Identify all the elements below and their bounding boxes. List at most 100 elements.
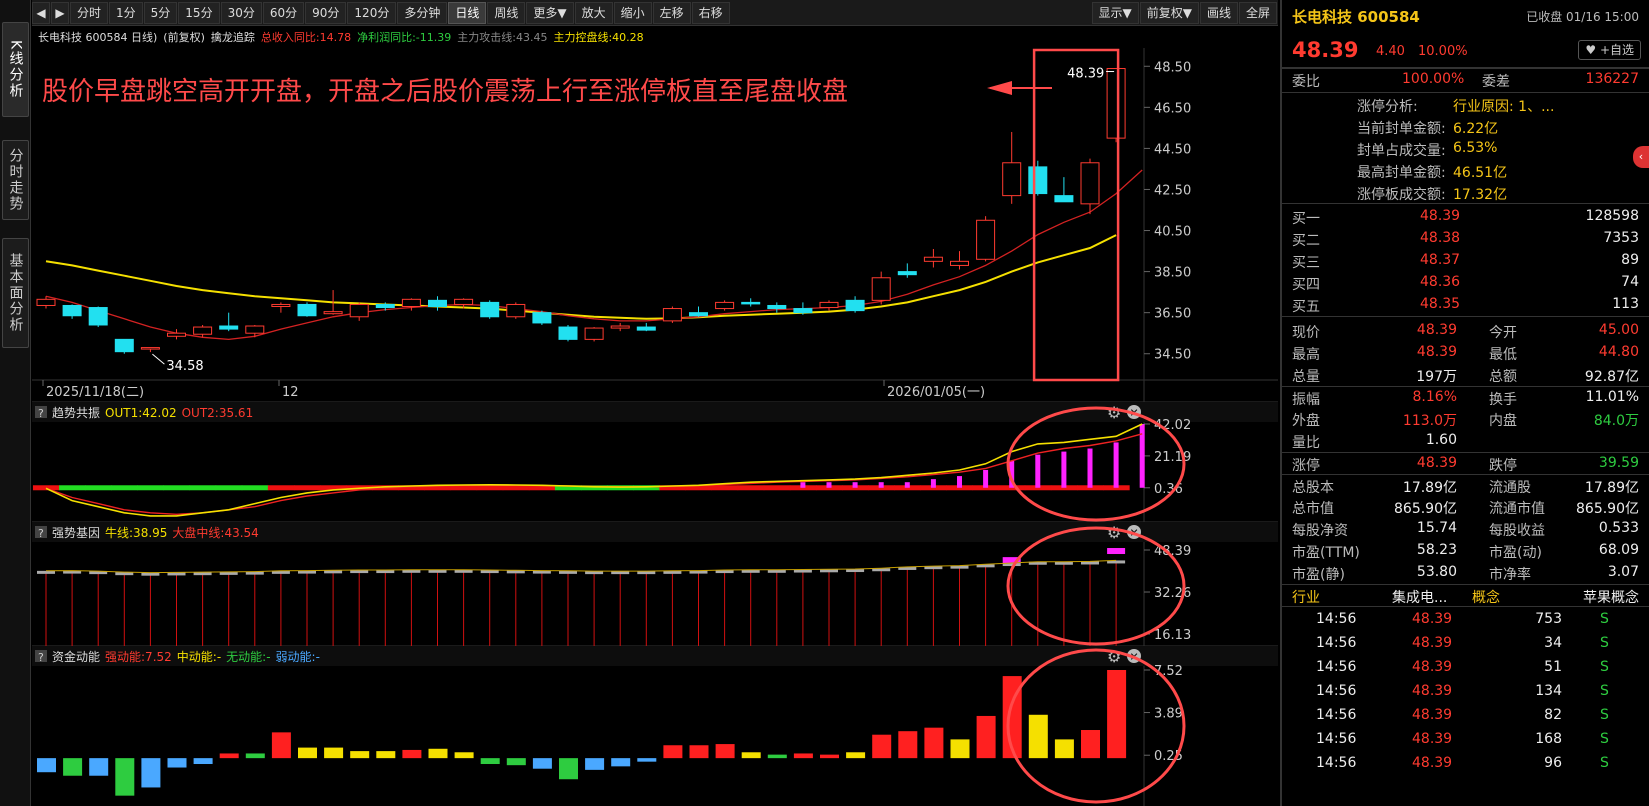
help-icon[interactable]: ?	[38, 407, 44, 420]
candle[interactable]	[1080, 158, 1100, 215]
candle[interactable]	[1028, 160, 1048, 196]
toolbar-right-button-2[interactable]: 画线	[1199, 1, 1238, 24]
kline-chart[interactable]: 48.50 46.50 44.50 42.50 40.50 38.50 36.50 34.50…	[32, 48, 1278, 806]
candle[interactable]	[976, 216, 996, 262]
momentum-bar	[976, 715, 996, 759]
stat-row: 最高 48.39 最低 44.80	[1282, 342, 1649, 364]
period-button-10[interactable]: 周线	[487, 1, 526, 24]
next-arrow-button[interactable]: ▶	[51, 1, 69, 24]
candle[interactable]	[584, 327, 604, 342]
panel-value: 中动能:-	[177, 649, 221, 664]
tick-time: 14:56	[1316, 707, 1357, 723]
chart-area[interactable]: 48.50 46.50 44.50 42.50 40.50 38.50 36.50 34.50…	[32, 48, 1278, 806]
period-button-8[interactable]: 多分钟	[397, 1, 448, 24]
concept-value[interactable]: 苹果概念	[1583, 587, 1639, 607]
bid-row: 买三 48.37 89	[1282, 250, 1649, 272]
candle[interactable]	[767, 302, 787, 313]
period-button-6[interactable]: 90分	[305, 1, 347, 24]
period-button-3[interactable]: 15分	[178, 1, 220, 24]
candle[interactable]	[167, 329, 186, 340]
candle[interactable]	[428, 296, 447, 311]
tab-kline[interactable]: K线分析	[2, 22, 29, 117]
candle[interactable]	[715, 300, 735, 311]
period-button-11[interactable]: 更多▼	[526, 1, 574, 24]
tick-list[interactable]: 14:56 48.39 753 S 14:56 48.39 34 S 14:56 48.39 51 S…	[1282, 606, 1649, 777]
momentum-bar	[1028, 714, 1048, 759]
gear-icon[interactable]: ⚙	[1107, 523, 1121, 542]
candle[interactable]	[62, 304, 82, 319]
candle[interactable]	[897, 263, 917, 278]
period-button-5[interactable]: 60分	[262, 1, 305, 24]
help-icon[interactable]: ?	[38, 527, 44, 540]
candle[interactable]	[401, 298, 421, 311]
candle[interactable]	[1106, 68, 1126, 143]
period-button-9[interactable]: 日线	[448, 1, 487, 24]
candle[interactable]	[741, 298, 761, 307]
period-button-14[interactable]: 左移	[652, 1, 691, 24]
candle[interactable]	[845, 296, 865, 313]
candle[interactable]	[297, 302, 317, 317]
candle[interactable]	[114, 338, 134, 354]
tab-fundamentals[interactable]: 基本面分析	[2, 238, 29, 348]
toolbar-right-button-3[interactable]: 全屏	[1238, 1, 1277, 24]
toolbar-right-button-0[interactable]: 显示▼	[1091, 1, 1139, 24]
candle[interactable]	[88, 306, 108, 328]
period-button-7[interactable]: 120分	[347, 1, 397, 24]
candle[interactable]	[871, 271, 891, 305]
trend-band-segment	[267, 485, 295, 491]
stat-label: 内盘	[1489, 413, 1517, 429]
candle[interactable]	[1002, 131, 1022, 204]
candle[interactable]	[480, 300, 500, 319]
candle[interactable]	[636, 322, 656, 332]
candle[interactable]	[689, 306, 708, 317]
candle[interactable]	[610, 322, 630, 332]
momentum-bar	[271, 732, 291, 759]
period-button-0[interactable]: 分时	[70, 1, 109, 24]
gene-highlight	[1107, 548, 1126, 555]
period-button-1[interactable]: 1分	[109, 1, 143, 24]
price-tick-label: 34.50	[1154, 348, 1191, 363]
trend-band-segment	[711, 485, 739, 491]
candle[interactable]	[245, 324, 265, 338]
period-button-13[interactable]: 缩小	[613, 1, 652, 24]
gear-icon[interactable]: ⚙	[1107, 403, 1121, 422]
candle[interactable]	[532, 310, 552, 325]
candle[interactable]	[349, 302, 369, 321]
help-icon[interactable]: ?	[38, 651, 44, 664]
prev-arrow-button[interactable]: ◀	[32, 1, 50, 24]
candle[interactable]	[558, 324, 578, 342]
stat-value: 53.80	[1416, 564, 1457, 580]
toolbar-right-button-1[interactable]: 前复权▼	[1139, 1, 1199, 24]
limit-value: 6.22亿	[1453, 121, 1499, 137]
expand-arrow-icon[interactable]: ‹	[1633, 146, 1649, 168]
stat-value: 84.0万	[1593, 413, 1639, 429]
candle[interactable]	[271, 302, 291, 313]
candle[interactable]	[140, 347, 160, 353]
momentum-bar	[480, 758, 500, 765]
candle[interactable]	[819, 300, 839, 311]
candle[interactable]	[506, 302, 526, 319]
candle[interactable]	[793, 302, 813, 315]
momentum-bar	[924, 727, 944, 759]
period-button-2[interactable]: 5分	[143, 1, 178, 24]
momentum-bar	[1054, 739, 1074, 759]
momentum-bar	[793, 753, 813, 759]
adjust-mode: (前复权)	[163, 31, 205, 44]
period-button-15[interactable]: 右移	[691, 1, 730, 24]
candle[interactable]	[950, 251, 969, 270]
add-favorite-button[interactable]: ♥ +自选	[1578, 40, 1641, 60]
candle[interactable]	[193, 324, 213, 338]
candle[interactable]	[662, 306, 682, 323]
period-button-4[interactable]: 30分	[220, 1, 262, 24]
industry-value[interactable]: 集成电...	[1392, 587, 1447, 607]
candle[interactable]	[1054, 177, 1074, 203]
tick-row: 14:56 48.39 51 S	[1282, 657, 1649, 681]
momentum-bar	[872, 734, 892, 759]
tab-intraday[interactable]: 分时走势	[2, 140, 29, 220]
candle[interactable]	[219, 312, 239, 332]
period-button-12[interactable]: 放大	[574, 1, 613, 24]
price-change-pct: 10.00%	[1418, 44, 1468, 59]
indicator-name[interactable]: 擒龙追踪	[211, 29, 255, 45]
candle[interactable]	[923, 249, 943, 268]
panel-value: 弱动能:-	[276, 650, 320, 664]
